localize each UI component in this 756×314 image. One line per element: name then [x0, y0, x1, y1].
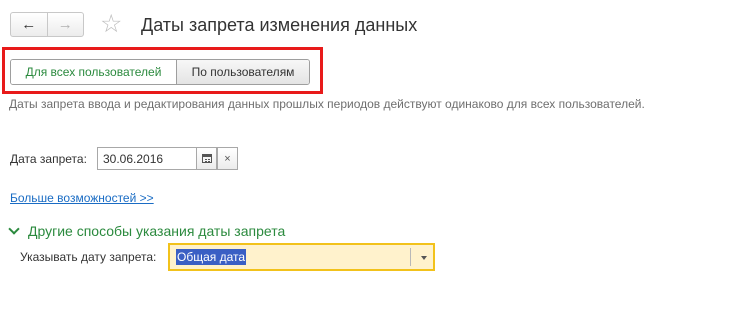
- group-title: Другие способы указания даты запрета: [28, 223, 286, 239]
- chevron-down-icon: [8, 223, 20, 235]
- forward-button[interactable]: →: [48, 13, 84, 36]
- navigation-buttons: ← →: [10, 12, 84, 37]
- calendar-icon: [201, 154, 212, 163]
- close-icon: ×: [224, 152, 231, 165]
- specify-date-select[interactable]: Общая дата: [168, 243, 435, 271]
- date-input[interactable]: [97, 147, 197, 170]
- page-title: Даты запрета изменения данных: [141, 15, 418, 35]
- select-divider: [410, 248, 411, 266]
- arrow-right-icon: →: [57, 16, 73, 33]
- mode-all-users-button[interactable]: Для всех пользователей: [11, 60, 177, 84]
- info-text: Даты запрета ввода и редактирования данн…: [9, 97, 645, 111]
- arrow-left-icon: ←: [21, 16, 37, 33]
- back-button[interactable]: ←: [11, 13, 48, 36]
- mode-switch: Для всех пользователей По пользователям: [10, 59, 310, 85]
- specify-date-label: Указывать дату запрета:: [20, 250, 157, 264]
- other-methods-group-header[interactable]: Другие способы указания даты запрета: [8, 223, 286, 239]
- calendar-button[interactable]: [196, 147, 217, 170]
- date-label: Дата запрета:: [10, 152, 87, 166]
- star-icon[interactable]: ☆: [100, 12, 122, 37]
- select-value: Общая дата: [176, 249, 247, 265]
- more-options-link[interactable]: Больше возможностей >>: [10, 191, 154, 205]
- form-window: ← → ☆ Даты запрета изменения данных Для …: [0, 0, 756, 314]
- dropdown-arrow-icon[interactable]: [421, 256, 427, 260]
- clear-date-button[interactable]: ×: [217, 147, 238, 170]
- mode-by-users-button[interactable]: По пользователям: [177, 60, 309, 84]
